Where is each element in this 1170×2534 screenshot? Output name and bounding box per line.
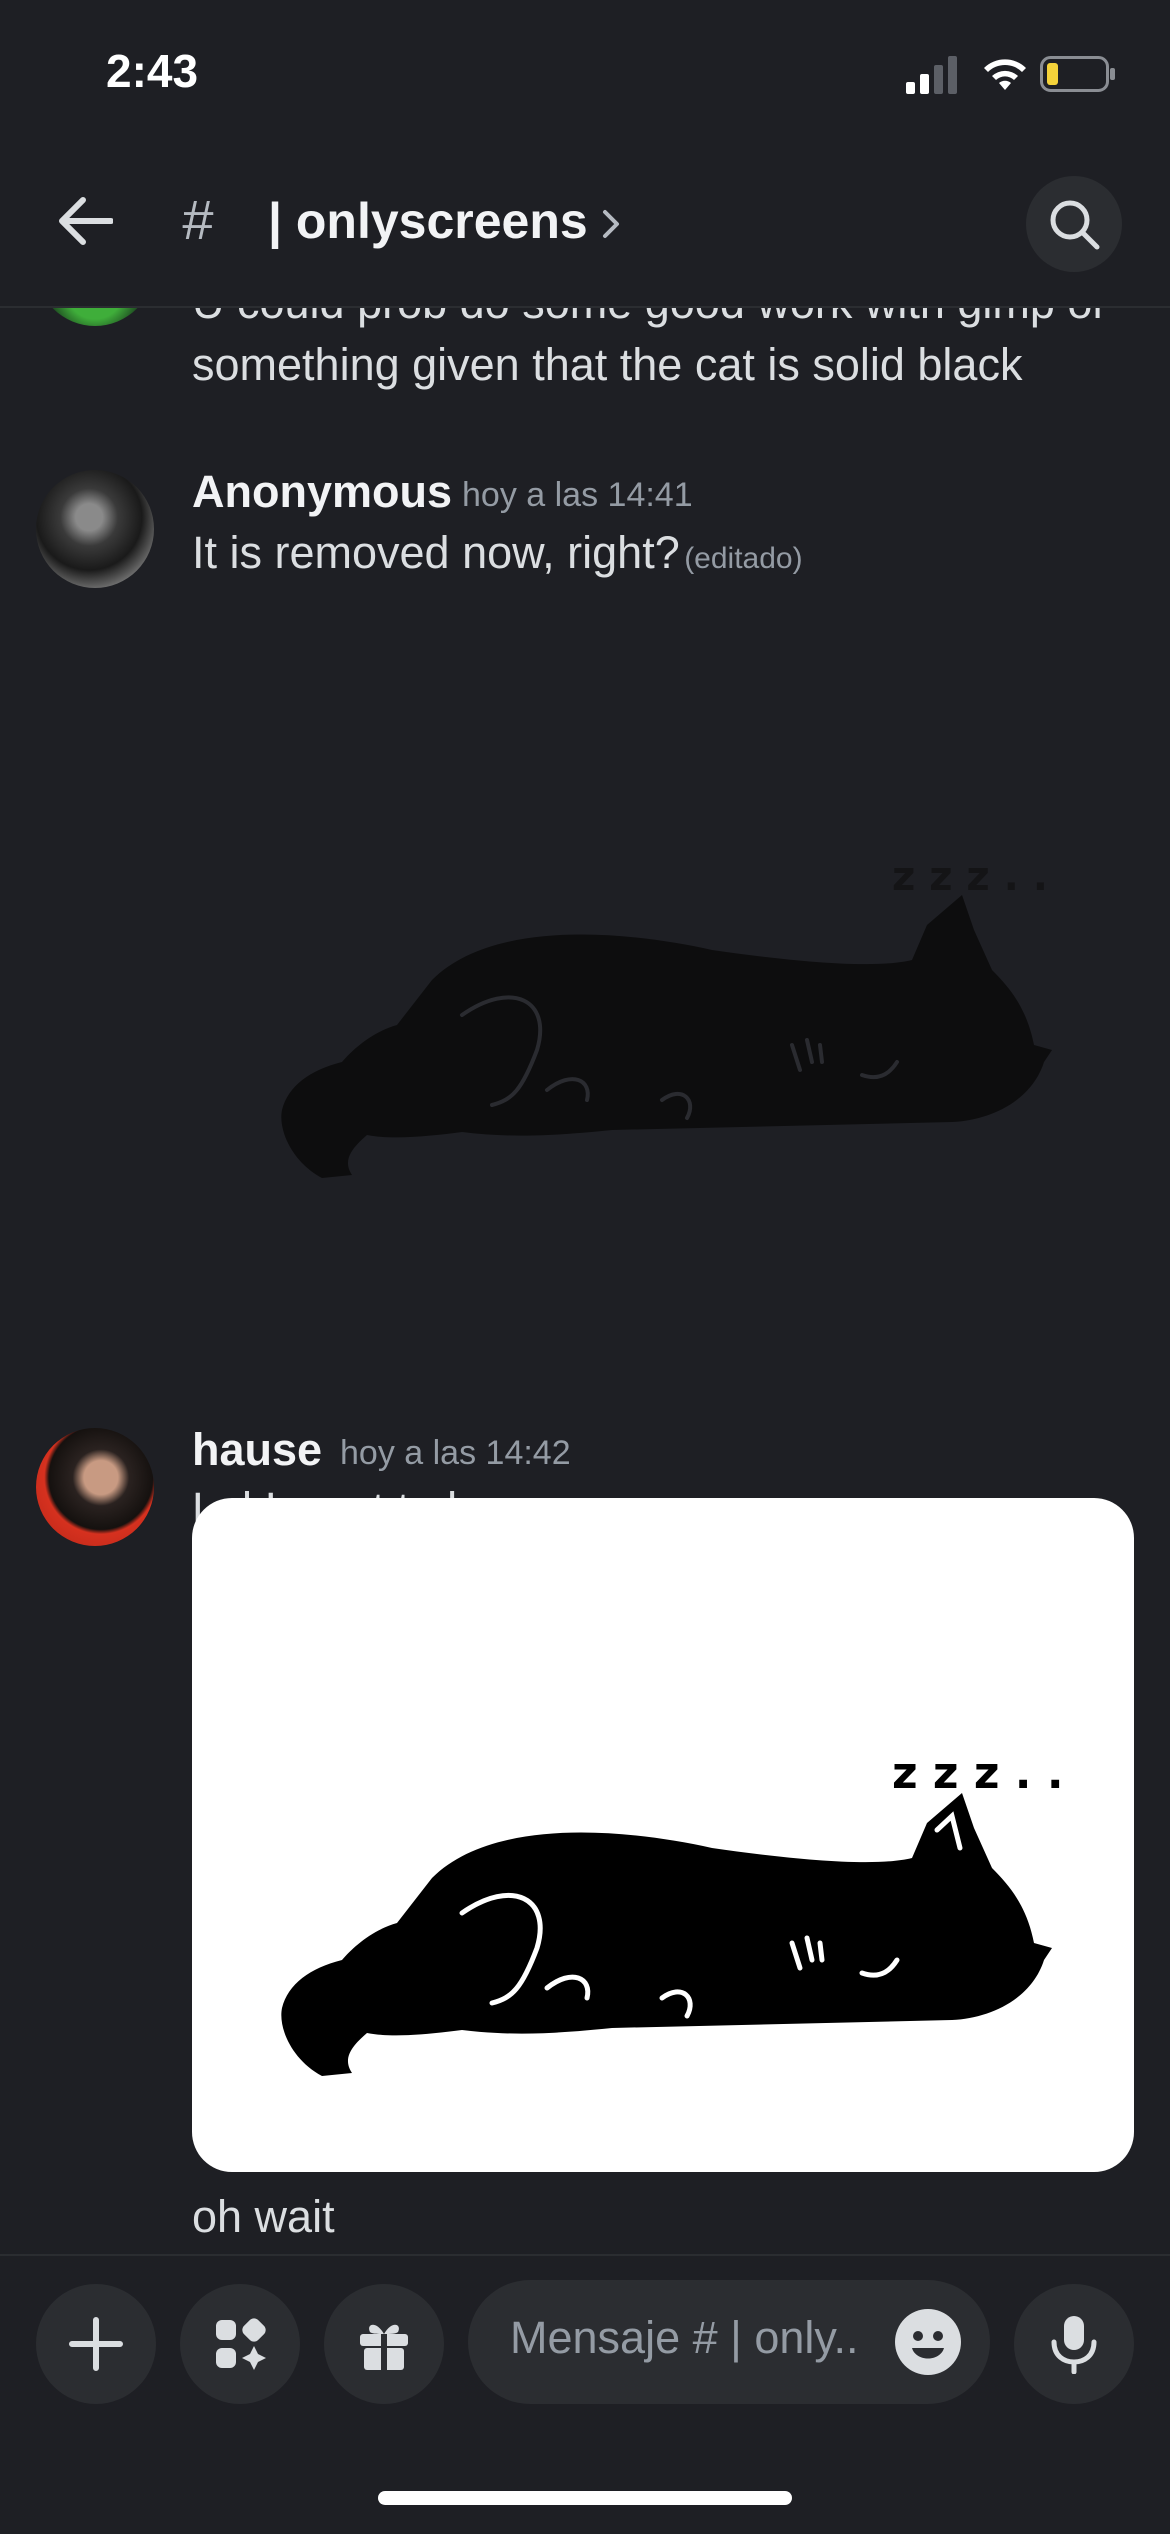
- wifi-icon: [984, 59, 1026, 90]
- back-arrow-icon: [59, 197, 113, 245]
- home-indicator: [378, 2491, 792, 2505]
- image-attachment[interactable]: z z z . .: [192, 1498, 1134, 2172]
- hash-icon: #: [182, 188, 214, 251]
- voice-message-button[interactable]: [1014, 2284, 1134, 2404]
- chevron-right-icon[interactable]: [600, 204, 624, 244]
- add-attachment-button[interactable]: [36, 2284, 156, 2404]
- message-timestamp: hoy a las 14:41: [462, 476, 693, 514]
- plus-icon: [69, 2317, 123, 2371]
- image-caption-text: z z z . .: [892, 1748, 1064, 1799]
- message-timestamp: hoy a las 14:42: [340, 1434, 571, 1472]
- apps-button[interactable]: [180, 2284, 300, 2404]
- cat-sticker-image[interactable]: z z z . .: [192, 800, 1134, 1474]
- message-text: U could prob do some good work with gimp…: [192, 308, 1107, 334]
- status-time: 2:43: [106, 45, 199, 97]
- gift-icon: [360, 2324, 408, 2370]
- battery-icon: [1040, 56, 1115, 92]
- cellular-signal-icon: [906, 56, 957, 94]
- edited-label: (editado): [684, 542, 803, 575]
- message-input-placeholder: Mensaje # | only..: [510, 2312, 859, 2363]
- emoji-icon[interactable]: [894, 2308, 962, 2376]
- avatar[interactable]: [36, 1428, 154, 1546]
- avatar[interactable]: [36, 470, 154, 588]
- sleeping-cat-image: z z z . .: [281, 1748, 1064, 2076]
- channel-name[interactable]: | onlyscreens: [268, 192, 588, 250]
- avatar[interactable]: [36, 308, 154, 326]
- message-text: It is removed now, right?: [192, 527, 680, 578]
- back-button[interactable]: [50, 186, 120, 256]
- message-author[interactable]: Anonymous: [192, 466, 452, 518]
- message-author[interactable]: hause: [192, 1424, 322, 1476]
- search-button[interactable]: [1026, 176, 1122, 272]
- message-body: It is removed now, right? (editado): [192, 522, 803, 584]
- message-text: oh wait: [192, 2191, 335, 2242]
- message-text: something given that the cat is solid bl…: [192, 339, 1023, 390]
- search-icon: [1050, 200, 1100, 250]
- gift-button[interactable]: [324, 2284, 444, 2404]
- svg-text:z z z . .: z z z . .: [892, 854, 1048, 900]
- microphone-icon: [1051, 2316, 1097, 2374]
- apps-icon: [216, 2318, 266, 2370]
